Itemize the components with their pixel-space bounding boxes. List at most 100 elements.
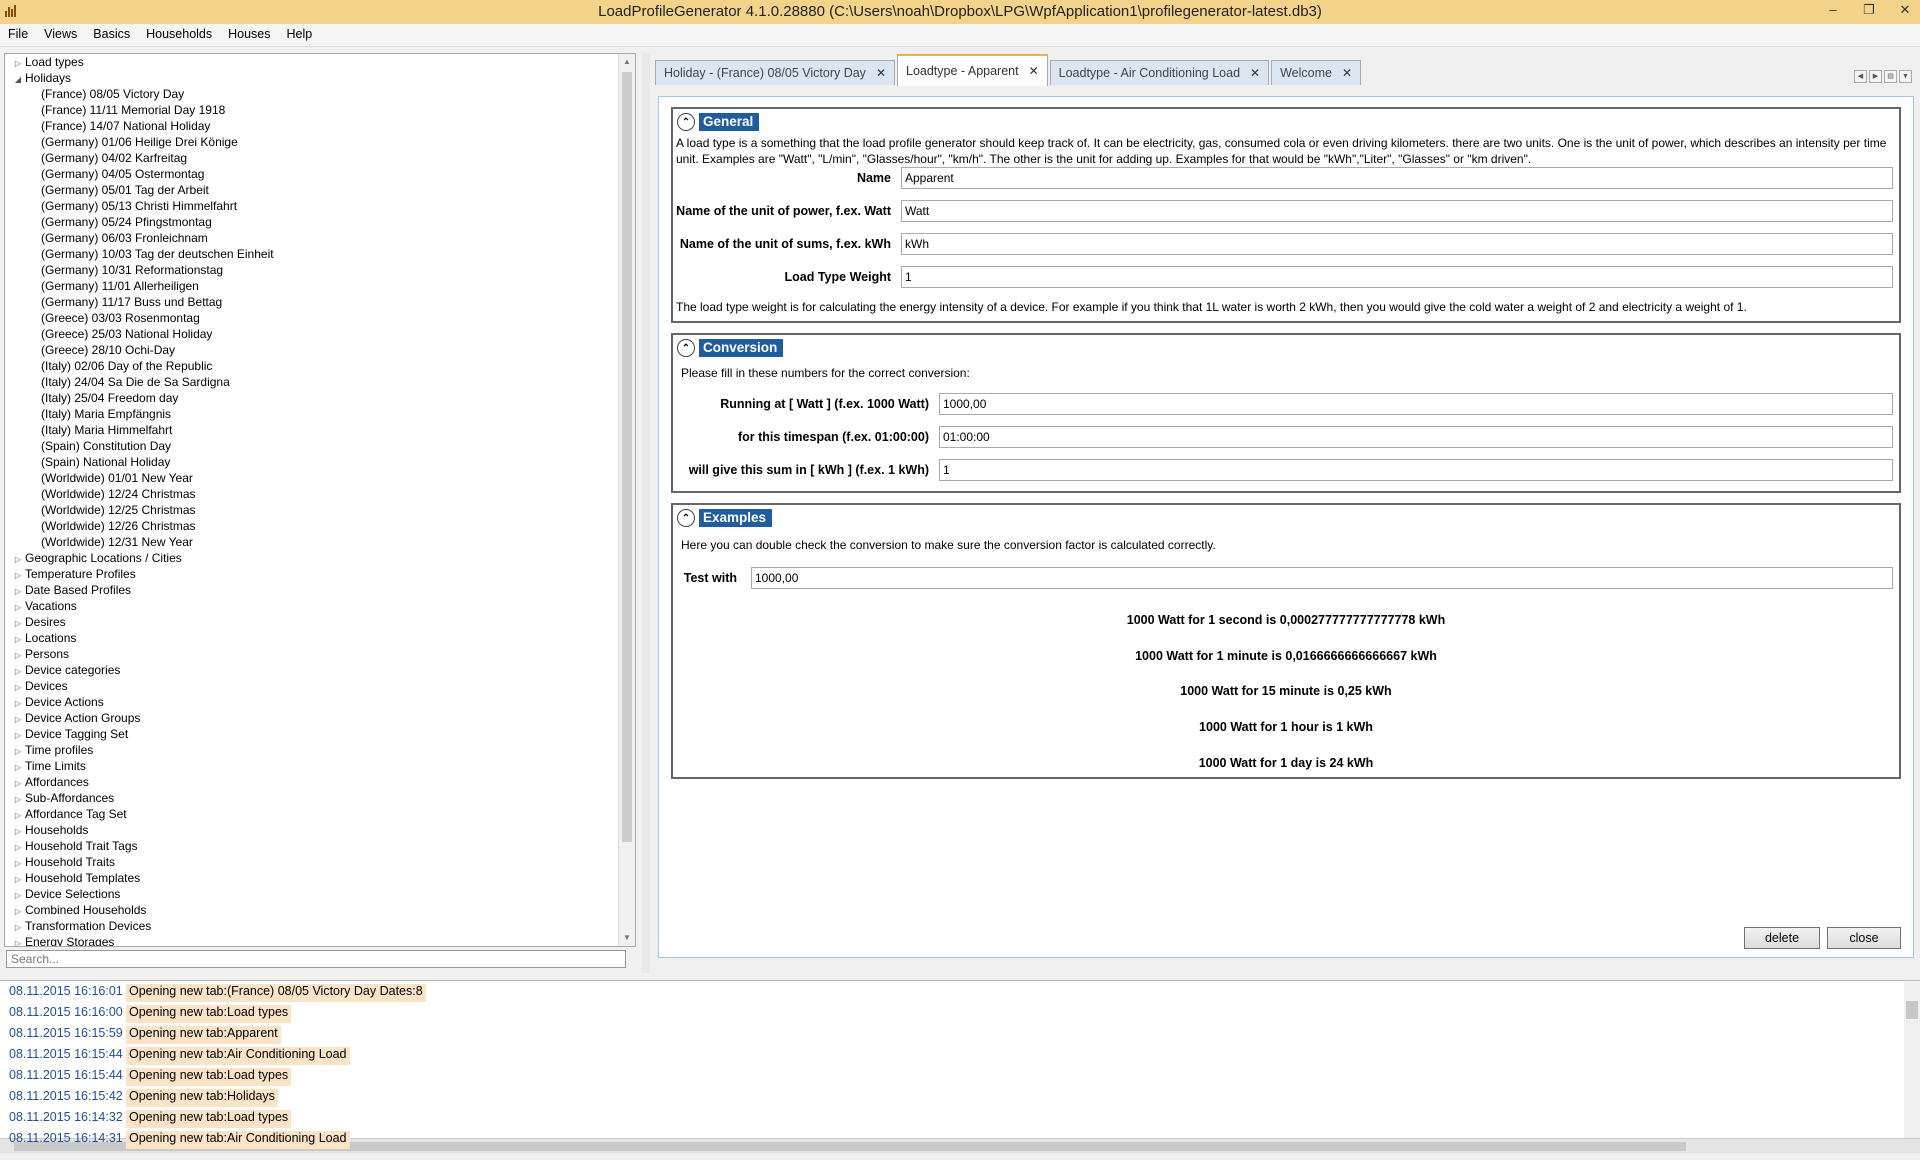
timespan-input[interactable]: 01:00:00 [939, 426, 1893, 448]
scroll-thumb[interactable] [622, 72, 632, 842]
tree-item-category[interactable]: ▷ Affordance Tag Set [5, 806, 619, 822]
tree-item-category[interactable]: ▷ Combined Households [5, 902, 619, 918]
tree-item-category[interactable]: ▷ Households [5, 822, 619, 838]
tree-item-holiday[interactable]: (Greece) 28/10 Ochi-Day [5, 342, 619, 358]
tab-loadtype-apparent[interactable]: Loadtype - Apparent ✕ [897, 54, 1048, 86]
tree-item-holiday[interactable]: (Germany) 04/02 Karfreitag [5, 150, 619, 166]
running-at-input[interactable]: 1000,00 [939, 393, 1893, 415]
tree-item-category[interactable]: ▷ Time Limits [5, 758, 619, 774]
delete-button[interactable]: delete [1744, 927, 1820, 949]
tree-item-category[interactable]: ▷ Household Templates [5, 870, 619, 886]
collapse-chevron-icon[interactable]: ⌃ [677, 509, 695, 527]
sum-input[interactable]: 1 [939, 459, 1893, 481]
tree-item-category[interactable]: ▷ Device Selections [5, 886, 619, 902]
tree-item-holiday[interactable]: (France) 08/05 Victory Day [5, 86, 619, 102]
close-tab-icon[interactable]: ✕ [1029, 64, 1039, 78]
panel-splitter[interactable] [642, 53, 650, 973]
tree-item-category[interactable]: ▷ Geographic Locations / Cities [5, 550, 619, 566]
tab-scroll-right-icon[interactable]: ▶ [1869, 70, 1882, 83]
collapse-chevron-icon[interactable]: ⌃ [677, 339, 695, 357]
name-input[interactable]: Apparent [901, 167, 1893, 189]
tree-item-category[interactable]: ▷ Device categories [5, 662, 619, 678]
close-button[interactable]: close [1827, 927, 1901, 949]
tree-item-category[interactable]: ▷ Energy Storages [5, 934, 619, 946]
tree-item-holiday[interactable]: (Germany) 05/01 Tag der Arbeit [5, 182, 619, 198]
tree-item-category[interactable]: ▷ Persons [5, 646, 619, 662]
tree-item-category[interactable]: ▷ Household Traits [5, 854, 619, 870]
close-window-button[interactable]: ✕ [1896, 2, 1914, 18]
tree-item-holiday[interactable]: (Germany) 06/03 Fronleichnam [5, 230, 619, 246]
tree-item-holiday[interactable]: (Germany) 04/05 Ostermontag [5, 166, 619, 182]
tree-item-holiday[interactable]: (Worldwide) 12/24 Christmas [5, 486, 619, 502]
tab-dropdown-icon[interactable]: ▼ [1899, 70, 1912, 83]
tree-item-category[interactable]: ▷ Desires [5, 614, 619, 630]
tab-scroll-left-icon[interactable]: ◀ [1854, 70, 1867, 83]
tree-item-category[interactable]: ▷ Sub-Affordances [5, 790, 619, 806]
weight-input[interactable]: 1 [901, 266, 1893, 288]
tab-list-icon[interactable]: ▤ [1884, 70, 1897, 83]
menu-views[interactable]: Views [36, 24, 85, 46]
tree-item-holiday[interactable]: (Greece) 25/03 National Holiday [5, 326, 619, 342]
tree-item-holiday[interactable]: (Germany) 11/17 Buss und Bettag [5, 294, 619, 310]
tree-item-holiday[interactable]: (Worldwide) 12/25 Christmas [5, 502, 619, 518]
tree-item-holiday[interactable]: (Germany) 10/31 Reformationstag [5, 262, 619, 278]
tab-welcome[interactable]: Welcome ✕ [1271, 60, 1362, 85]
tree-item-category[interactable]: ▷ Temperature Profiles [5, 566, 619, 582]
menu-households[interactable]: Households [138, 24, 220, 46]
scroll-up-icon[interactable]: ▲ [619, 54, 635, 70]
tree-item-category[interactable]: ▷ Transformation Devices [5, 918, 619, 934]
expand-arrow-icon[interactable]: ▷ [11, 936, 25, 946]
tab-holiday-victory-day[interactable]: Holiday - (France) 08/05 Victory Day ✕ [655, 60, 895, 85]
tree-item-holiday[interactable]: (France) 11/11 Memorial Day 1918 [5, 102, 619, 118]
menu-basics[interactable]: Basics [85, 24, 138, 46]
tree-item-holiday[interactable]: (Worldwide) 12/26 Christmas [5, 518, 619, 534]
close-tab-icon[interactable]: ✕ [876, 66, 886, 80]
menu-file[interactable]: File [0, 24, 36, 46]
tree-item-holiday[interactable]: (Spain) Constitution Day [5, 438, 619, 454]
sum-unit-input[interactable]: kWh [901, 233, 1893, 255]
tab-loadtype-air-conditioning[interactable]: Loadtype - Air Conditioning Load ✕ [1049, 60, 1270, 85]
tree-item-holiday[interactable]: (Germany) 01/06 Heilige Drei Könige [5, 134, 619, 150]
tree-item-holiday[interactable]: (Worldwide) 01/01 New Year [5, 470, 619, 486]
tree-item-category[interactable]: ▷ Devices [5, 678, 619, 694]
tree-item-holiday[interactable]: (Worldwide) 12/31 New Year [5, 534, 619, 550]
tree-item-holiday[interactable]: (Greece) 03/03 Rosenmontag [5, 310, 619, 326]
tree-item-category[interactable]: ▷ Device Tagging Set [5, 726, 619, 742]
tree-item-category[interactable]: ▷ Date Based Profiles [5, 582, 619, 598]
tree-item-holiday[interactable]: (Germany) 05/13 Christi Himmelfahrt [5, 198, 619, 214]
close-tab-icon[interactable]: ✕ [1250, 66, 1260, 80]
tree-item-holiday[interactable]: (Italy) 24/04 Sa Die de Sa Sardigna [5, 374, 619, 390]
minimize-button[interactable]: ‒ [1824, 2, 1842, 18]
tree-item-category[interactable]: ▷ Affordances [5, 774, 619, 790]
test-with-input[interactable]: 1000,00 [751, 567, 1893, 589]
tree-item-holiday[interactable]: (Italy) Maria Empfängnis [5, 406, 619, 422]
log-scroll-thumb[interactable] [1906, 1001, 1918, 1019]
collapse-arrow-icon[interactable]: ◢ [11, 72, 25, 88]
log-scrollbar[interactable] [1904, 981, 1920, 1141]
tree-item-category[interactable]: ▷ Household Trait Tags [5, 838, 619, 854]
tree-item-category[interactable]: ▷ Device Action Groups [5, 710, 619, 726]
tree-item-holiday[interactable]: (Italy) Maria Himmelfahrt [5, 422, 619, 438]
tree-item-holiday[interactable]: (Spain) National Holiday [5, 454, 619, 470]
tree-item-holiday[interactable]: (Italy) 02/06 Day of the Republic [5, 358, 619, 374]
menu-houses[interactable]: Houses [220, 24, 278, 46]
tree-item-category[interactable]: ▷ Vacations [5, 598, 619, 614]
close-tab-icon[interactable]: ✕ [1342, 66, 1352, 80]
tree-item-category[interactable]: ▷ Locations [5, 630, 619, 646]
menu-help[interactable]: Help [279, 24, 321, 46]
tree-search-input[interactable] [6, 950, 626, 968]
tree-item-holiday[interactable]: (Germany) 10/03 Tag der deutschen Einhei… [5, 246, 619, 262]
tree-item-holiday[interactable]: (Germany) 11/01 Allerheiligen [5, 278, 619, 294]
power-unit-input[interactable]: Watt [901, 200, 1893, 222]
scroll-down-icon[interactable]: ▼ [619, 930, 635, 946]
tree-item-holidays[interactable]: ◢ Holidays [5, 70, 619, 86]
collapse-chevron-icon[interactable]: ⌃ [677, 113, 695, 131]
restore-button[interactable]: ❐ [1860, 2, 1878, 18]
tree-item-holiday[interactable]: (Germany) 05/24 Pfingstmontag [5, 214, 619, 230]
tree-item-load-types[interactable]: ▷ Load types [5, 54, 619, 70]
tree-item-category[interactable]: ▷ Device Actions [5, 694, 619, 710]
tree-item-holiday[interactable]: (Italy) 25/04 Freedom day [5, 390, 619, 406]
tree-item-holiday[interactable]: (France) 14/07 National Holiday [5, 118, 619, 134]
tree-scrollbar[interactable]: ▲ ▼ [618, 54, 635, 946]
tree-item-category[interactable]: ▷ Time profiles [5, 742, 619, 758]
